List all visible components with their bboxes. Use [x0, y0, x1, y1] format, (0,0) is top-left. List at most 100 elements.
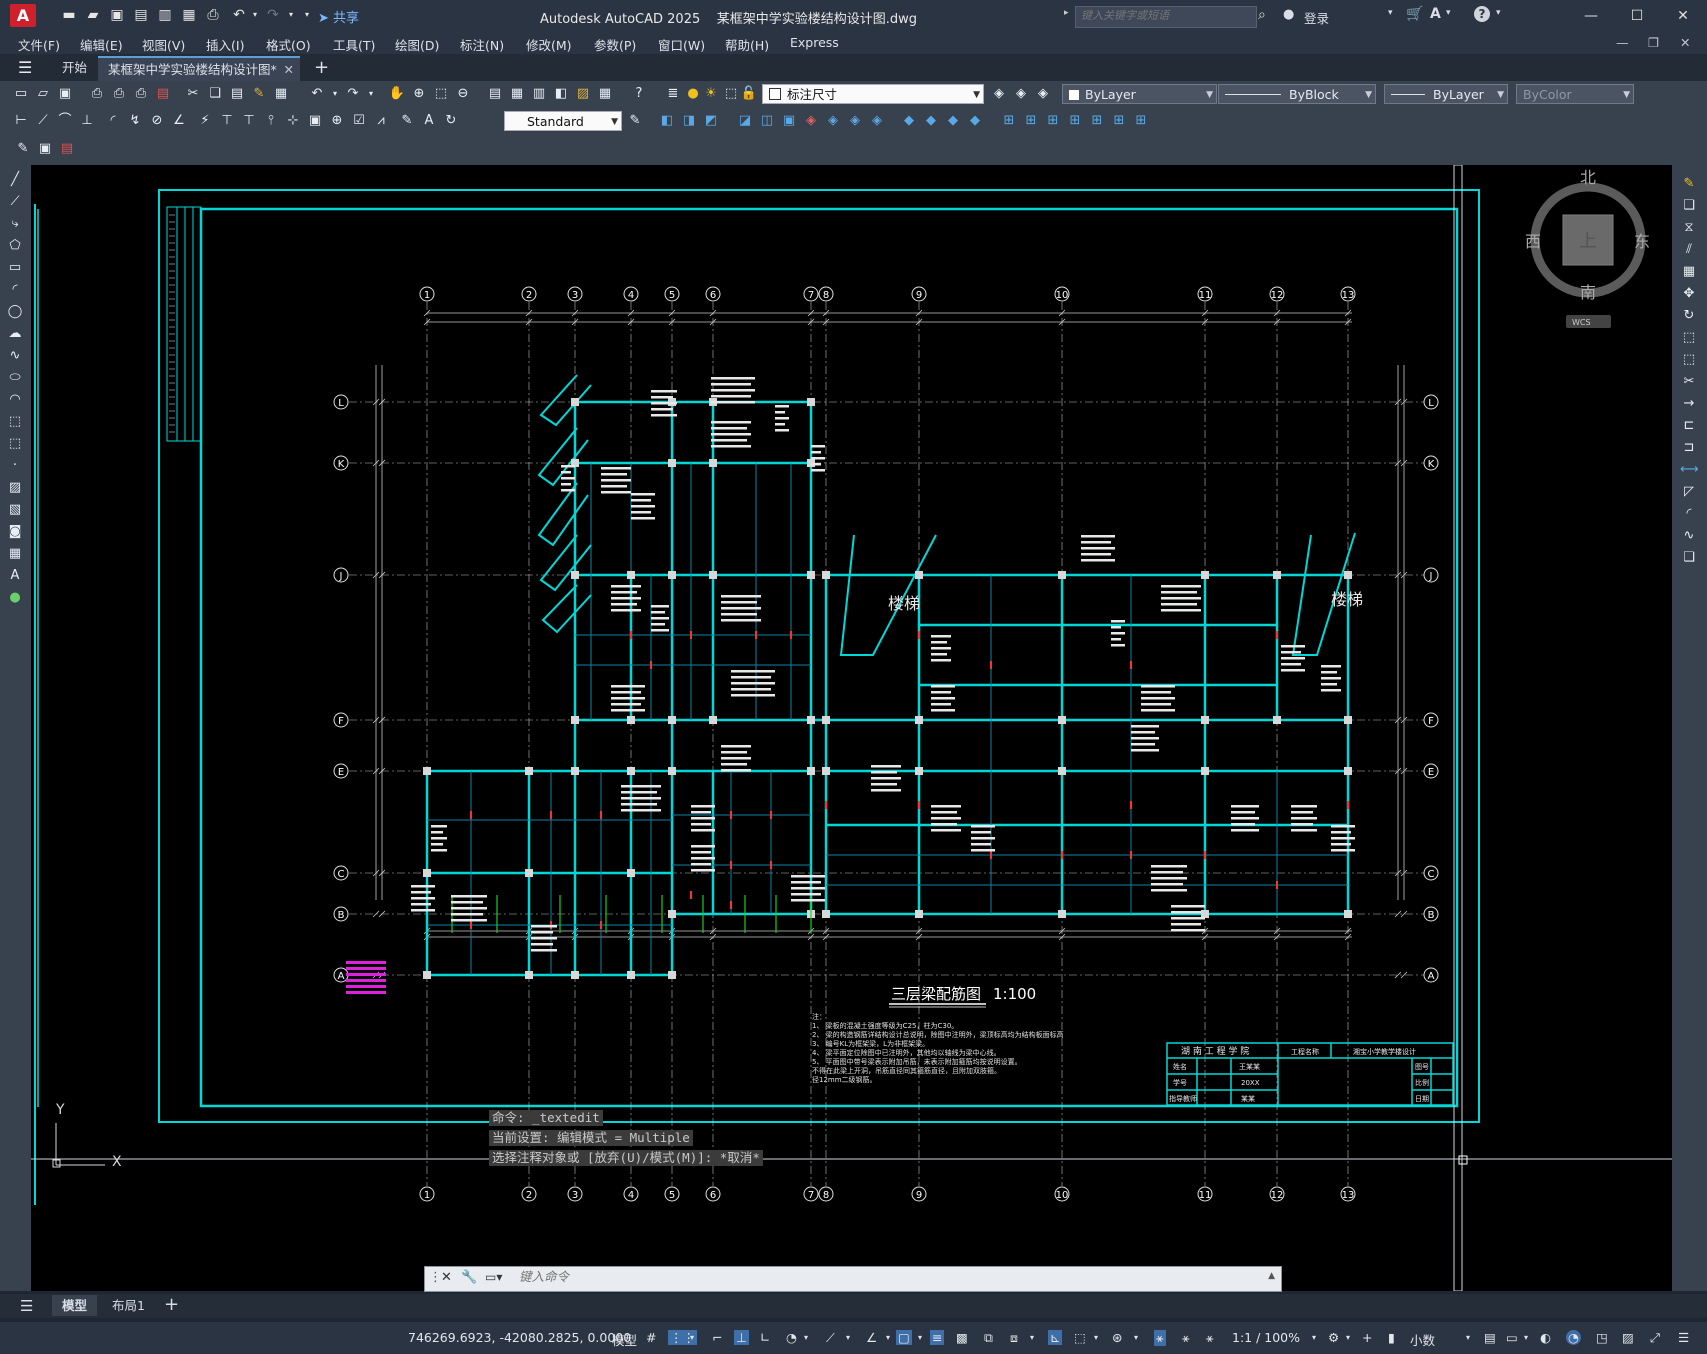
mirror-icon[interactable]: ⧖ [1680, 219, 1698, 237]
units-icon[interactable]: ▮ [1388, 1330, 1395, 1345]
dim-ordinate-icon[interactable]: ⊥ [78, 112, 96, 130]
annotation-visibility-icon[interactable]: ⚹ [1154, 1330, 1166, 1346]
sheet-set-icon[interactable]: ◧ [552, 85, 570, 103]
ucs-world-icon[interactable]: ⊞ [1022, 112, 1040, 130]
menu-window[interactable]: 窗口(W) [658, 35, 705, 54]
gizmo-dropdown-icon[interactable]: ▾ [1134, 1333, 1138, 1342]
join-icon[interactable]: ⟷ [1680, 461, 1699, 479]
grid-icon[interactable]: # [646, 1330, 656, 1345]
lineweight-dropdown[interactable]: ByLayer ▼ [1384, 84, 1508, 104]
mtext-icon[interactable]: A [6, 567, 24, 585]
stretch-icon[interactable]: ⬚ [1680, 351, 1698, 369]
help-search-input[interactable] [1076, 7, 1256, 25]
trim-icon[interactable]: ✂ [1680, 373, 1698, 391]
view-right-icon[interactable]: ◪ [736, 112, 754, 130]
jogged-linear-icon[interactable]: ⩘ [372, 112, 390, 130]
undo-dropdown-icon[interactable]: ▾ [246, 7, 264, 23]
dim-aligned-icon[interactable]: ⟋ [34, 112, 52, 130]
dynamic-ucs-icon[interactable]: ⊾ [1048, 1330, 1063, 1345]
view-front-icon[interactable]: ◫ [758, 112, 776, 130]
workspace-icon[interactable]: ⚙ [1328, 1330, 1339, 1345]
save-toolbar-icon[interactable]: ▣ [56, 85, 74, 103]
maximize-icon[interactable]: ☐ [1622, 6, 1652, 26]
layer-on-icon[interactable]: ● [684, 85, 702, 103]
add-selected-icon[interactable]: ● [6, 589, 24, 607]
match-properties-icon[interactable]: ✎ [250, 85, 268, 103]
clean-screen-icon[interactable]: ◳ [1596, 1330, 1608, 1345]
open-icon[interactable]: ▱ [34, 85, 52, 103]
redo-icon[interactable]: ↷ [264, 7, 282, 23]
hatch-icon[interactable]: ▨ [6, 479, 24, 497]
ucs-origin-icon[interactable]: ⊞ [1132, 112, 1150, 130]
layer-properties-icon[interactable]: ≣ [664, 85, 682, 103]
dim-angular-icon[interactable]: ∠ [170, 112, 188, 130]
ucs-icon[interactable]: ⊞ [1000, 112, 1018, 130]
cut-icon[interactable]: ✂ [184, 85, 202, 103]
tab-start[interactable]: 开始 [52, 56, 97, 79]
autodesk-app-icon[interactable]: A [1430, 6, 1441, 22]
tab-document[interactable]: 某框架中学实验楼结构设计图* ✕ [98, 56, 300, 81]
center-mark-icon[interactable]: ⊕ [328, 112, 346, 130]
explode-icon[interactable]: ❏ [1680, 549, 1698, 567]
view-bottom-icon[interactable]: ◨ [680, 112, 698, 130]
status-menu-icon[interactable]: ☰ [1678, 1330, 1689, 1345]
object-snap-dropdown-icon[interactable]: ▾ [918, 1333, 922, 1342]
workspace-dropdown-icon[interactable]: ▾ [1346, 1333, 1350, 1342]
markup-icon[interactable]: ▨ [574, 85, 592, 103]
view-sw-icon[interactable]: ◈ [802, 112, 820, 130]
dim-update-icon[interactable]: ↻ [442, 112, 460, 130]
copy-icon[interactable]: ❏ [206, 85, 224, 103]
polyline-icon[interactable]: ⤷ [6, 215, 24, 233]
user-icon[interactable]: ● [1283, 7, 1294, 22]
infer-constraints-icon[interactable]: ⌐ [712, 1330, 722, 1345]
tab-layout1[interactable]: 布局1 [108, 1295, 149, 1316]
zoom-previous-icon[interactable]: ⊖ [454, 85, 472, 103]
menu-modify[interactable]: 修改(M) [526, 35, 572, 54]
plot-preview-icon[interactable]: ⎙ [110, 85, 128, 103]
dim-continue-icon[interactable]: ⊤ [240, 112, 258, 130]
model-space-toggle[interactable]: 模型 [612, 1330, 637, 1349]
break-icon[interactable]: ⊐ [1680, 439, 1698, 457]
layer-previous-icon[interactable]: ◈ [1012, 85, 1030, 103]
tab-close-icon[interactable]: ✕ [284, 58, 294, 81]
app-dropdown-icon[interactable]: ▾ [1446, 8, 1451, 18]
gizmo-icon[interactable]: ⊛ [1112, 1330, 1122, 1345]
visual-style-wire-icon[interactable]: ◆ [900, 112, 918, 130]
isodraft-icon[interactable]: ⟋ [826, 1330, 835, 1346]
layer-states-icon[interactable]: ◈ [1034, 85, 1052, 103]
region-icon[interactable]: ◙ [6, 523, 24, 541]
view-top-icon[interactable]: ◧ [658, 112, 676, 130]
command-close-icon[interactable]: ✕ [441, 1270, 452, 1285]
lineweight-toggle-icon[interactable]: ≡ [930, 1330, 945, 1345]
plot-icon[interactable]: ⎙ [204, 7, 222, 23]
undo-toolbar-dropdown-icon[interactable]: ▾ [326, 85, 344, 103]
dim-break-icon[interactable]: ⊹ [284, 112, 302, 130]
polar-dropdown-icon[interactable]: ▾ [804, 1333, 808, 1342]
menu-help[interactable]: 帮助(H) [725, 35, 769, 54]
help-search-box[interactable] [1075, 6, 1257, 28]
layer-freeze-icon[interactable]: ☀ [702, 85, 720, 103]
color-dropdown[interactable]: ByLayer ▼ [1062, 84, 1217, 104]
menu-dimension[interactable]: 标注(N) [460, 35, 504, 54]
close-icon[interactable]: ✕ [1668, 6, 1698, 26]
ellipse-icon[interactable]: ⬭ [6, 369, 24, 387]
dim-jogged-icon[interactable]: ↯ [126, 112, 144, 130]
fillet-icon[interactable]: ◜ [1680, 505, 1698, 523]
undo-toolbar-icon[interactable]: ↶ [308, 85, 326, 103]
save-block-icon[interactable]: ▣ [36, 140, 54, 158]
recent-commands-icon[interactable]: ▭▾ [485, 1270, 502, 1284]
login-link[interactable]: 登录 [1304, 8, 1329, 27]
ucs-face-icon[interactable]: ⊞ [1066, 112, 1084, 130]
object-snap-icon[interactable]: ▢ [896, 1330, 912, 1345]
textstyle-dropdown[interactable]: Standard ▼ [504, 111, 622, 131]
ellipse-arc-icon[interactable]: ◠ [6, 391, 24, 409]
close-block-icon[interactable]: ▤ [58, 140, 76, 158]
visual-style-hidden-icon[interactable]: ◆ [922, 112, 940, 130]
move-icon[interactable]: ✥ [1680, 285, 1698, 303]
dim-linear-icon[interactable]: ⊢ [12, 112, 30, 130]
pan-icon[interactable]: ✋ [388, 85, 406, 103]
quick-properties-icon[interactable]: ▤ [1484, 1330, 1496, 1345]
paste-icon[interactable]: ▤ [228, 85, 246, 103]
line-icon[interactable]: ╱ [6, 171, 24, 189]
annotation-scale-dropdown-icon[interactable]: ▾ [1312, 1333, 1316, 1342]
